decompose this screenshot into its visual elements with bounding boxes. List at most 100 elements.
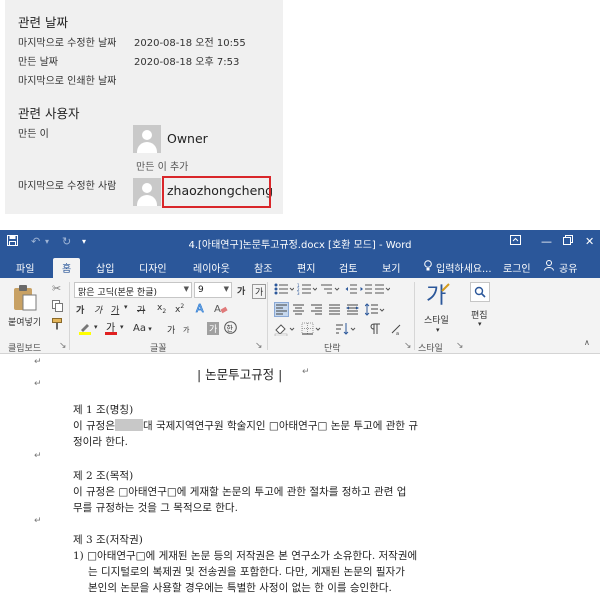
tab-references[interactable]: 참조 [254, 260, 272, 275]
enclose-character-icon[interactable]: 한 [224, 321, 237, 337]
paragraph-launcher-icon[interactable]: ↘ [404, 341, 412, 351]
align-left-icon[interactable] [274, 302, 289, 317]
copy-icon[interactable] [52, 300, 63, 315]
article-1-line-2: 정이라 한다. [73, 436, 128, 448]
grow-font-button[interactable]: 가 [167, 323, 175, 336]
asian-typography-icon[interactable]: a [390, 322, 402, 339]
svg-text:가: 가 [426, 284, 446, 309]
document-heading: | 논문투고규정 | [197, 367, 283, 382]
group-separator [69, 282, 70, 350]
share-person-icon [544, 260, 554, 274]
created-value: 2020-08-18 오후 7:53 [134, 57, 240, 68]
shading-icon[interactable] [274, 322, 296, 339]
svg-text:A: A [214, 304, 221, 314]
borders-icon[interactable] [301, 322, 323, 339]
tab-insert[interactable]: 삽입 [96, 260, 114, 275]
underline-dropdown-icon[interactable]: ▾ [124, 303, 128, 311]
find-icon[interactable] [470, 282, 490, 302]
tab-layout[interactable]: 레이아웃 [193, 260, 230, 275]
styles-dropdown-icon[interactable]: ▾ [436, 326, 440, 334]
justify-icon[interactable] [328, 303, 341, 319]
underline-button[interactable]: 가 [111, 303, 119, 316]
numbering-icon[interactable]: 123 [297, 283, 318, 298]
signin-link[interactable]: 로그인 [503, 260, 531, 275]
paragraph-mark: ↵ [34, 516, 42, 526]
clipboard-launcher-icon[interactable]: ↘ [59, 341, 67, 351]
font-color-dropdown-icon[interactable]: ▾ [120, 323, 124, 331]
related-people-heading: 관련 사용자 [18, 106, 80, 121]
increase-indent-icon[interactable] [360, 283, 372, 298]
close-icon[interactable]: ✕ [585, 235, 594, 249]
decrease-indent-icon[interactable] [345, 283, 357, 298]
document-page[interactable]: ↵ | 논문투고규정 | ↵ ↵ 제 1 조(명칭) 이 규정은 대 국제지역연구… [0, 354, 600, 600]
chevron-down-icon: ▼ [183, 285, 189, 293]
article-1-line-1-post: 대 국제지역연구원 학술지인 □아태연구□ 논문 투고에 관한 규 [142, 420, 419, 432]
title-bar: ↶ ▾ ↻ ▾ 4.[아태연구]논문투고규정.docx [호환 모드] - Wo… [0, 230, 600, 256]
article-3-line-2: 는 디지털로의 복제권 및 전송권을 포함한다. 다만, 게재된 논문의 필자가 [88, 566, 405, 578]
highlight-dropdown-icon[interactable]: ▾ [94, 323, 98, 331]
tab-home[interactable]: 홈 [53, 258, 81, 278]
character-shading-icon[interactable]: 가 [207, 322, 220, 335]
related-dates-heading: 관련 날짜 [18, 15, 68, 30]
ribbon-display-icon[interactable] [510, 235, 521, 249]
font-size-combo[interactable]: 9 ▼ [194, 282, 232, 298]
editing-dropdown-icon[interactable]: ▾ [478, 320, 482, 328]
superscript-button[interactable]: x2 [175, 303, 184, 315]
show-hide-marks-icon[interactable] [369, 322, 383, 339]
tab-view[interactable]: 보기 [382, 260, 400, 275]
line-spacing-icon[interactable] [364, 303, 385, 319]
ribbon-tabs: 파일 홈 삽입 디자인 레이아웃 참조 편지 검토 보기 입력하세요... 로그… [0, 256, 600, 278]
tab-mailings[interactable]: 편지 [297, 260, 315, 275]
tab-review[interactable]: 검토 [339, 260, 357, 275]
styles-launcher-icon[interactable]: ↘ [456, 341, 464, 351]
font-launcher-icon[interactable]: ↘ [255, 341, 263, 351]
maximize-icon[interactable] [563, 235, 573, 249]
group-separator [267, 282, 268, 350]
styles-icon[interactable]: 가 [425, 281, 451, 312]
align-right-icon[interactable] [310, 303, 323, 319]
strikethrough-button[interactable]: 가 [137, 303, 145, 316]
svg-text:한: 한 [227, 325, 234, 333]
text-effects-icon[interactable]: A [195, 302, 207, 317]
minimize-icon[interactable]: — [541, 235, 552, 249]
change-case-label: Aa [133, 323, 146, 334]
cut-icon[interactable]: ✂ [52, 282, 61, 295]
italic-button[interactable]: 가 [94, 303, 102, 316]
add-author-link[interactable]: 만든 이 추가 [136, 158, 188, 173]
last-modified-label: 마지막으로 수정한 날짜 [18, 38, 117, 49]
font-color-icon[interactable]: 가 [104, 321, 118, 338]
tab-file[interactable]: 파일 [16, 260, 34, 275]
clear-formatting-icon[interactable]: A [214, 302, 228, 317]
align-center-icon[interactable] [292, 303, 305, 319]
author-name[interactable]: Owner [167, 131, 208, 146]
bold-button[interactable]: 가 [76, 303, 84, 316]
change-case-button[interactable]: Aa ▾ [133, 323, 152, 334]
font-name-combo[interactable]: 맑은 고딕(본문 한글) ▼ [74, 282, 192, 298]
svg-text:A: A [196, 302, 204, 314]
paste-label[interactable]: 붙여넣기 [8, 315, 41, 328]
asian-layout-icon[interactable] [374, 283, 391, 298]
shrink-font-button[interactable]: 가 [183, 325, 189, 335]
last-modified-value: 2020-08-18 오전 10:55 [134, 38, 246, 49]
subscript-button[interactable]: x2 [157, 303, 166, 315]
collapse-ribbon-icon[interactable]: ∧ [584, 338, 590, 347]
paragraph-mark: ↵ [34, 379, 42, 389]
share-button[interactable]: 공유 [559, 260, 577, 275]
distributed-icon[interactable] [345, 303, 360, 319]
ribbon: 붙여넣기 ✂ 클립보드 ↘ 맑은 고딕(본문 한글) ▼ 9 ▼ 가 가 가 가… [0, 278, 600, 354]
paste-icon[interactable] [12, 284, 38, 315]
sort-icon[interactable] [335, 322, 357, 339]
multilevel-list-icon[interactable] [320, 283, 340, 298]
phonetic-guide-icon[interactable]: 가 [252, 284, 267, 299]
tell-me-input[interactable]: 입력하세요... [436, 260, 492, 275]
format-painter-icon[interactable] [52, 318, 64, 333]
author-label: 만든 이 [18, 129, 49, 140]
grow-font-icon[interactable]: 가 [237, 284, 245, 297]
highlight-icon[interactable] [78, 321, 92, 338]
article-1-line-1-pre: 이 규정은 [73, 420, 115, 432]
article-2-line-2: 무를 규정하는 것을 그 목적으로 한다. [73, 502, 238, 514]
styles-label[interactable]: 스타일 [424, 313, 449, 326]
tab-design[interactable]: 디자인 [139, 260, 167, 275]
svg-text:a: a [396, 331, 399, 336]
bullets-icon[interactable] [274, 283, 295, 298]
